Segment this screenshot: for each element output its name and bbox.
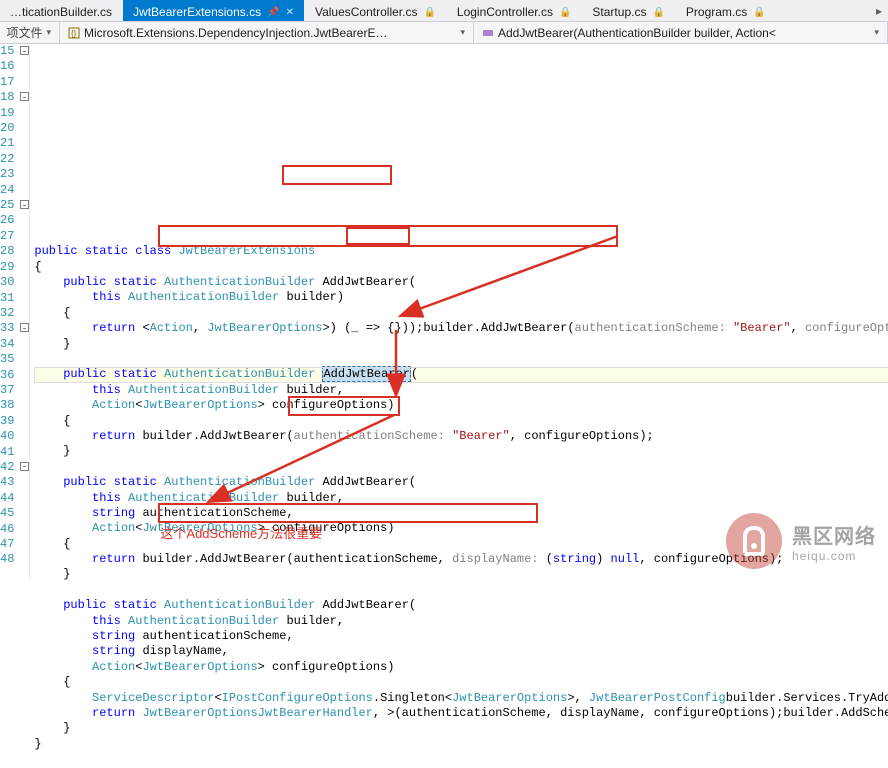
nav-project[interactable]: 项文件 ▾ (0, 22, 60, 43)
code-line: Action<JwtBearerOptions> configureOption… (34, 660, 888, 675)
watermark-line2: heiqu.com (792, 549, 876, 563)
tab-label: JwtBearerExtensions.cs (133, 5, 261, 19)
breadcrumb-bar: 项文件 ▾ {} Microsoft.Extensions.Dependency… (0, 22, 888, 44)
lock-icon: 🔒 (652, 7, 664, 18)
code-line: return JwtBearerOptionsJwtBearerHandler,… (34, 706, 888, 721)
line-number-gutter: 1516171819202122232425262728293031323334… (0, 44, 20, 579)
anno-box-bearer-string (346, 227, 410, 245)
code-line: string authenticationScheme, (34, 629, 888, 644)
code-line: { (34, 414, 888, 429)
tab-jwtbearerextensions[interactable]: JwtBearerExtensions.cs 📌 ✕ (123, 0, 305, 21)
tab-bar: …ticationBuilder.cs JwtBearerExtensions.… (0, 0, 888, 22)
anno-box-method-name-1 (282, 165, 392, 185)
code-line: public static AuthenticationBuilder AddJ… (34, 275, 888, 290)
lock-icon: 🔒 (753, 7, 765, 18)
tab-program[interactable]: Program.cs 🔒 (676, 0, 777, 21)
code-line: { (34, 306, 888, 321)
code-line (34, 752, 888, 767)
chevron-down-icon: ▾ (874, 27, 879, 38)
code-line: { (34, 675, 888, 690)
nav-method[interactable]: AddJwtBearer(AuthenticationBuilder build… (474, 22, 888, 43)
nav-namespace-label: Microsoft.Extensions.DependencyInjection… (84, 26, 387, 40)
tab-label: LoginController.cs (457, 5, 553, 19)
nav-method-label: AddJwtBearer(AuthenticationBuilder build… (498, 26, 776, 40)
code-line: public static AuthenticationBuilder AddJ… (34, 598, 888, 613)
close-icon[interactable]: ✕ (286, 7, 294, 18)
lock-icon: 🔒 (423, 7, 435, 18)
tab-authenticationbuilder[interactable]: …ticationBuilder.cs (0, 0, 123, 21)
chevron-down-icon: ▾ (460, 27, 465, 38)
watermark: 黑区网络 heiqu.com (726, 513, 876, 569)
code-line: string displayName, (34, 644, 888, 659)
chevron-down-icon: ▾ (46, 27, 51, 38)
tab-startup[interactable]: Startup.cs 🔒 (582, 0, 675, 21)
namespace-icon: {} (68, 27, 80, 39)
code-line: this AuthenticationBuilder builder) (34, 290, 888, 305)
code-line: public static AuthenticationBuilder AddJ… (34, 475, 888, 490)
code-line: } (34, 337, 888, 352)
nav-namespace[interactable]: {} Microsoft.Extensions.DependencyInject… (60, 22, 474, 43)
tab-label: Program.cs (686, 5, 747, 19)
tab-label: ValuesController.cs (315, 5, 418, 19)
code-line: } (34, 567, 888, 582)
code-line: this AuthenticationBuilder builder, (34, 383, 888, 398)
outline-gutter[interactable] (20, 44, 30, 579)
code-line: Action<JwtBearerOptions> configureOption… (34, 398, 888, 413)
tab-label: …ticationBuilder.cs (10, 5, 112, 19)
code-line: } (34, 737, 888, 752)
code-line: } (34, 444, 888, 459)
lock-icon: 🔒 (559, 7, 571, 18)
code-line: public static class JwtBearerExtensions (34, 244, 888, 259)
tab-label: Startup.cs (592, 5, 646, 19)
code-line: } (34, 721, 888, 736)
code-line: return builder.AddJwtBearer(authenticati… (34, 429, 888, 444)
code-line (34, 583, 888, 598)
watermark-logo-icon (726, 513, 782, 569)
tab-logincontroller[interactable]: LoginController.cs 🔒 (447, 0, 583, 21)
code-line: public static AuthenticationBuilder AddJ… (34, 367, 888, 382)
tab-valuescontroller[interactable]: ValuesController.cs 🔒 (305, 0, 447, 21)
pin-icon[interactable]: 📌 (267, 7, 279, 18)
annotation-text: 这个AddScheme方法很重要 (160, 526, 322, 541)
code-line: this AuthenticationBuilder builder, (34, 614, 888, 629)
code-line (34, 460, 888, 475)
watermark-line1: 黑区网络 (792, 520, 876, 549)
code-line: return <Action, JwtBearerOptions>) (_ =>… (34, 321, 888, 336)
method-icon (482, 27, 494, 39)
svg-text:{}: {} (71, 29, 77, 38)
tab-scroll-button[interactable]: ▸ (870, 0, 888, 21)
code-line: ServiceDescriptor<IPostConfigureOptions.… (34, 691, 888, 706)
code-editor[interactable]: 1516171819202122232425262728293031323334… (0, 44, 888, 579)
code-line: { (34, 260, 888, 275)
watermark-text: 黑区网络 heiqu.com (792, 520, 876, 563)
code-line (34, 352, 888, 367)
code-area[interactable]: 这个AddScheme方法很重要 public static class Jwt… (30, 44, 888, 579)
code-line: this AuthenticationBuilder builder, (34, 491, 888, 506)
nav-project-label: 项文件 (6, 24, 42, 41)
